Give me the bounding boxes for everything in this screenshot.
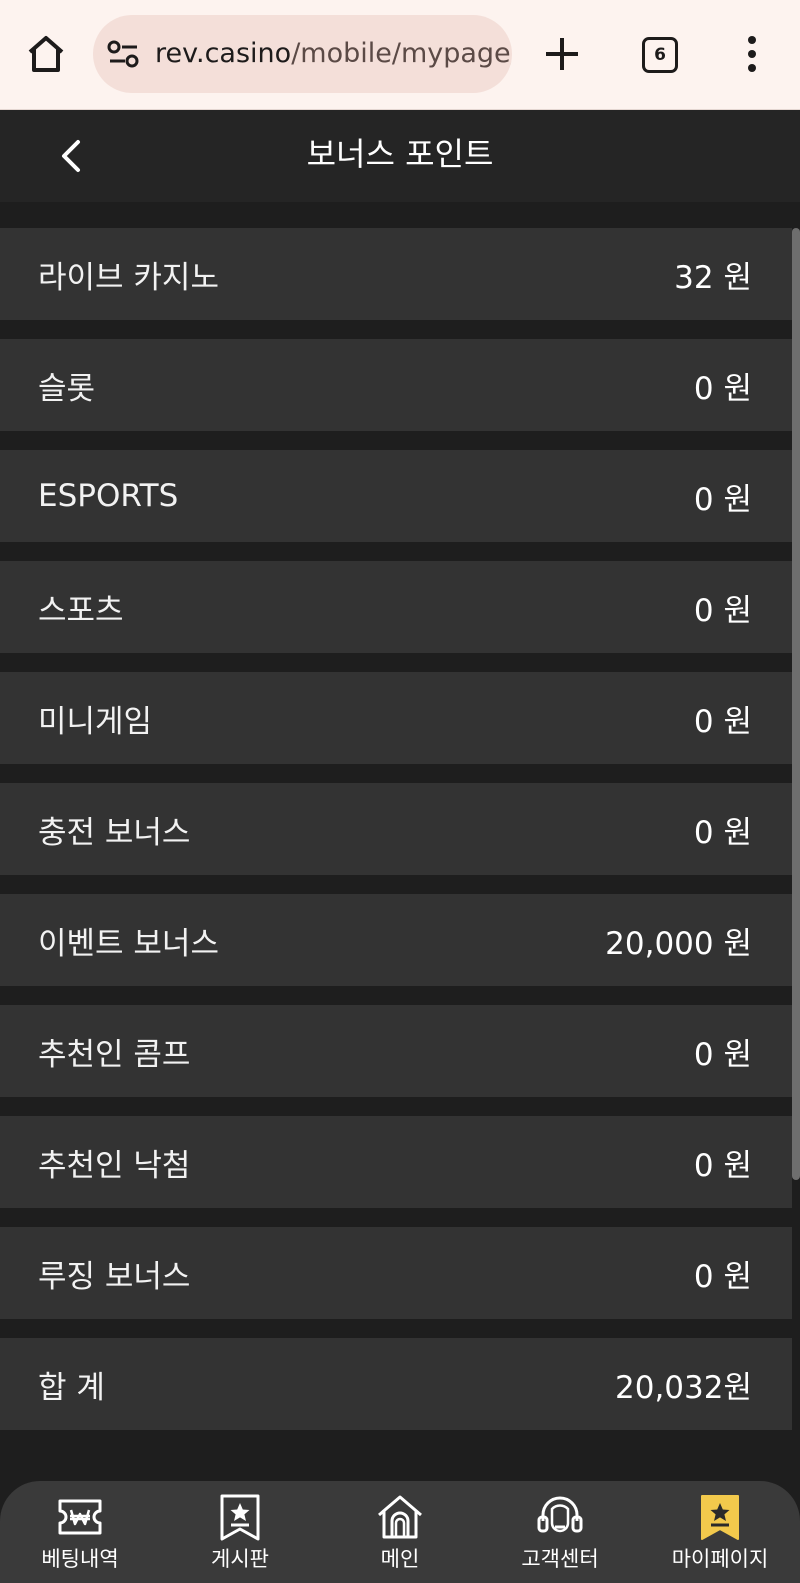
nav-label: 메인 — [380, 1547, 420, 1571]
row-value: 0 원 — [693, 814, 752, 851]
nav-item-customer-center[interactable]: 고객센터 — [480, 1481, 640, 1583]
total-value: 20,032원 — [615, 1369, 752, 1406]
row-value: 0 원 — [693, 1147, 752, 1184]
app-header: 보너스 포인트 — [0, 110, 800, 202]
nav-item-main[interactable]: 메인 — [320, 1481, 480, 1583]
list-item: 미니게임 0 원 — [0, 672, 792, 764]
scrollbar[interactable] — [792, 228, 800, 1180]
headset-icon — [537, 1496, 583, 1533]
list-item: 라이브 카지노 32 원 — [0, 228, 792, 320]
row-value: 0 원 — [693, 1036, 752, 1073]
row-value: 0 원 — [693, 370, 752, 407]
row-value: 20,000 원 — [605, 925, 752, 962]
row-value: 32 원 — [674, 259, 752, 296]
row-label: 추천인 낙첨 — [38, 1147, 191, 1184]
list-item: 충전 보너스 0 원 — [0, 783, 792, 875]
row-value: 0 원 — [693, 592, 752, 629]
url-path: /mobile/mypage/l — [291, 38, 512, 69]
row-label: 슬롯 — [38, 370, 96, 407]
row-label: 이벤트 보너스 — [38, 925, 219, 962]
list-item: 슬롯 0 원 — [0, 339, 792, 431]
url-text: rev.casino/mobile/mypage/l — [155, 15, 512, 93]
browser-toolbar: rev.casino/mobile/mypage/l 6 — [0, 0, 800, 110]
list-item: 이벤트 보너스 20,000 원 — [0, 894, 792, 986]
list-item: 추천인 콤프 0 원 — [0, 1005, 792, 1097]
site-settings-icon[interactable] — [107, 39, 141, 69]
home-icon[interactable] — [22, 30, 70, 78]
url-host: rev.casino — [155, 38, 292, 69]
row-label: ESPORTS — [38, 478, 179, 514]
nav-item-betting-history[interactable]: 베팅내역 — [0, 1481, 160, 1583]
total-label: 합 계 — [38, 1369, 105, 1406]
betting-ticket-icon — [58, 1499, 102, 1535]
row-label: 라이브 카지노 — [38, 259, 219, 296]
total-row: 합 계 20,032원 — [0, 1338, 792, 1430]
nav-item-board[interactable]: 게시판 — [160, 1481, 320, 1583]
bottom-nav: 베팅내역 게시판 메인 고객센터 마이페이지 — [0, 1481, 800, 1583]
bonus-point-list: 라이브 카지노 32 원 슬롯 0 원 ESPORTS 0 원 스포츠 0 원 … — [0, 228, 792, 1449]
nav-label: 고객센터 — [521, 1547, 599, 1571]
more-menu-icon[interactable] — [734, 34, 770, 74]
list-item: 스포츠 0 원 — [0, 561, 792, 653]
tab-switcher-button[interactable]: 6 — [642, 37, 678, 73]
new-tab-icon[interactable] — [541, 33, 583, 75]
address-bar[interactable]: rev.casino/mobile/mypage/l — [93, 15, 512, 93]
list-item: 루징 보너스 0 원 — [0, 1227, 792, 1319]
row-value: 0 원 — [693, 481, 752, 518]
board-bookmark-icon — [220, 1494, 260, 1541]
nav-item-mypage[interactable]: 마이페이지 — [640, 1481, 800, 1583]
row-value: 0 원 — [693, 703, 752, 740]
nav-label: 게시판 — [211, 1547, 269, 1571]
row-label: 루징 보너스 — [38, 1258, 191, 1295]
back-arrow-icon[interactable] — [52, 134, 92, 178]
nav-label: 베팅내역 — [41, 1547, 119, 1571]
row-label: 스포츠 — [38, 592, 124, 629]
row-value: 0 원 — [693, 1258, 752, 1295]
list-item: ESPORTS 0 원 — [0, 450, 792, 542]
nav-label: 마이페이지 — [671, 1547, 769, 1571]
row-label: 충전 보너스 — [38, 814, 191, 851]
row-label: 추천인 콤프 — [38, 1036, 191, 1073]
list-item: 추천인 낙첨 0 원 — [0, 1116, 792, 1208]
row-label: 미니게임 — [38, 703, 153, 740]
home-icon — [378, 1495, 422, 1539]
mypage-bookmark-icon — [701, 1495, 739, 1540]
page-title: 보너스 포인트 — [306, 135, 494, 173]
